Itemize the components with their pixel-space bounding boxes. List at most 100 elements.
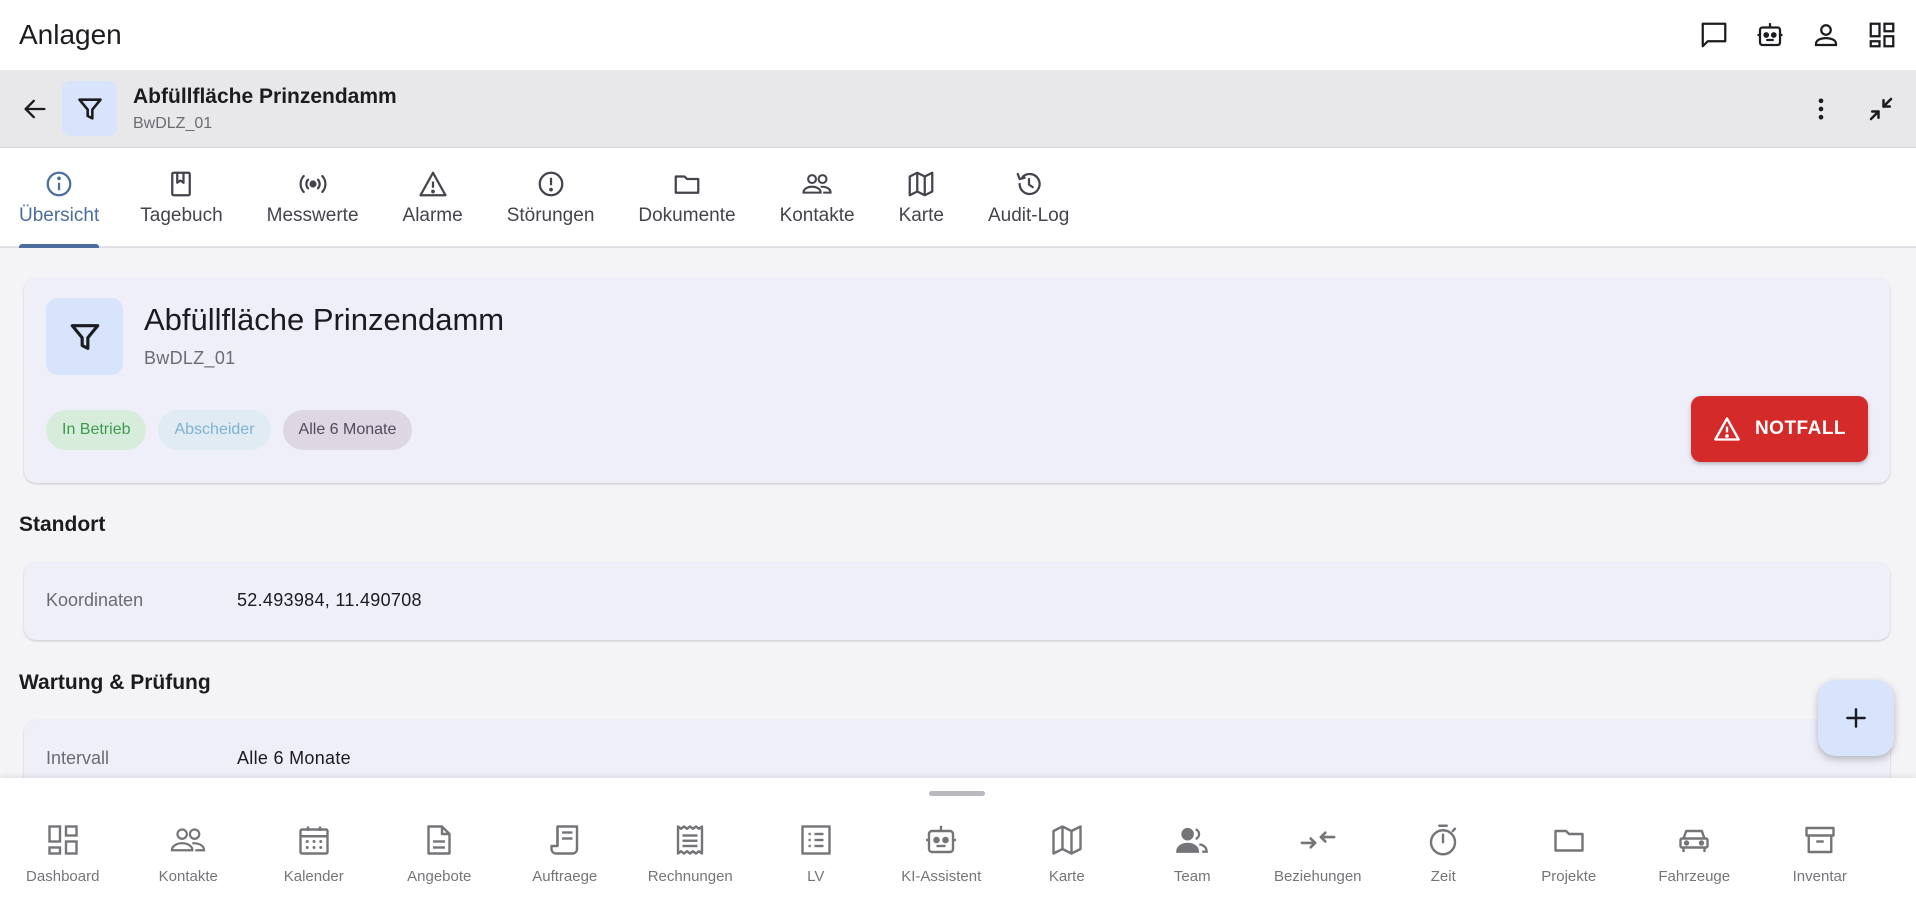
map-icon xyxy=(1049,820,1085,860)
tab-label: Messwerte xyxy=(266,205,359,226)
dashboard-icon[interactable] xyxy=(1867,20,1897,50)
car-icon xyxy=(1676,820,1712,860)
more-vert-icon[interactable] xyxy=(1804,92,1838,126)
nav-auftraege[interactable]: Auftraege xyxy=(502,820,628,900)
tab-label: Dokumente xyxy=(638,205,736,226)
asset-name: Abfüllfläche Prinzendamm xyxy=(144,302,505,337)
nav-kontakte[interactable]: Kontakte xyxy=(126,820,252,900)
interval-label: Intervall xyxy=(46,748,110,768)
nav-label: Rechnungen xyxy=(647,868,733,885)
tab-audit-log[interactable]: Audit-Log xyxy=(966,148,1091,246)
nav-label: Kalender xyxy=(283,868,344,885)
dashboard-icon xyxy=(45,820,81,860)
app-bar: Anlagen xyxy=(0,0,1916,70)
nav-rechnungen[interactable]: Rechnungen xyxy=(628,820,754,900)
asset-avatar xyxy=(62,81,117,136)
tab-label: Kontakte xyxy=(779,205,855,226)
tab-bar: Übersicht Tagebuch Messwerte Alarme Stör… xyxy=(0,148,1916,248)
map-icon xyxy=(906,167,936,199)
tab-label: Störungen xyxy=(506,205,595,226)
robot-icon[interactable] xyxy=(1755,20,1785,50)
interval-value: Alle 6 Monate xyxy=(237,748,351,768)
tab-label: Tagebuch xyxy=(140,205,223,226)
drag-handle[interactable] xyxy=(929,791,985,796)
tab-label: Übersicht xyxy=(19,205,100,226)
tab-stoerungen[interactable]: Störungen xyxy=(485,148,617,246)
nav-label: Projekte xyxy=(1541,868,1597,885)
type-badge: Abscheider xyxy=(158,410,271,450)
nav-label: Kontakte xyxy=(158,868,218,885)
nav-projekte[interactable]: Projekte xyxy=(1506,820,1632,900)
nav-angebote[interactable]: Angebote xyxy=(377,820,503,900)
tab-label: Alarme xyxy=(402,205,463,226)
nav-zeit[interactable]: Zeit xyxy=(1381,820,1507,900)
nav-ki-assistent[interactable]: KI-Assistent xyxy=(879,820,1005,900)
tab-alarme[interactable]: Alarme xyxy=(381,148,485,246)
bookmark-book-icon xyxy=(166,167,196,199)
collapse-icon[interactable] xyxy=(1864,92,1898,126)
tab-uebersicht[interactable]: Übersicht xyxy=(0,148,118,248)
person-icon[interactable] xyxy=(1811,20,1841,50)
filter-icon xyxy=(68,320,102,354)
asset-overview-card: Abfüllfläche Prinzendamm BwDLZ_01 In Bet… xyxy=(24,278,1890,483)
filter-icon xyxy=(76,95,104,123)
tab-dokumente[interactable]: Dokumente xyxy=(616,148,757,246)
app-bar-actions xyxy=(1699,20,1897,50)
tab-karte[interactable]: Karte xyxy=(877,148,966,246)
history-icon xyxy=(1014,167,1044,199)
asset-title: Abfüllfläche Prinzendamm xyxy=(133,84,397,108)
nav-label: Beziehungen xyxy=(1273,868,1362,885)
folder-icon xyxy=(672,167,702,199)
tab-kontakte[interactable]: Kontakte xyxy=(758,148,877,246)
folder-icon xyxy=(1551,820,1587,860)
error-icon xyxy=(536,167,566,199)
nav-label: Team xyxy=(1173,868,1211,885)
invoice-icon xyxy=(672,820,708,860)
archive-icon xyxy=(1802,820,1838,860)
document-icon xyxy=(421,820,457,860)
section-title-wartung: Wartung & Prüfung xyxy=(19,671,211,694)
nav-dashboard[interactable]: Dashboard xyxy=(0,820,126,900)
tab-tagebuch[interactable]: Tagebuch xyxy=(118,148,244,246)
coordinates-value: 52.493984, 11.490708 xyxy=(237,590,422,610)
nav-kalender[interactable]: Kalender xyxy=(251,820,377,900)
asset-subtitle: BwDLZ_01 xyxy=(133,114,213,132)
emergency-label: NOTFALL xyxy=(1754,418,1847,439)
nav-label: Karte xyxy=(1048,868,1085,885)
emergency-button[interactable]: NOTFALL xyxy=(1691,396,1868,462)
chat-icon[interactable] xyxy=(1699,20,1729,50)
tab-label: Audit-Log xyxy=(987,205,1070,226)
team-icon xyxy=(1173,820,1211,860)
asset-code: BwDLZ_01 xyxy=(144,348,236,368)
plus-icon xyxy=(1843,705,1869,731)
nav-label: Fahrzeuge xyxy=(1658,868,1731,885)
receipt-icon xyxy=(547,820,583,860)
interval-badge: Alle 6 Monate xyxy=(282,410,413,450)
nav-inventar[interactable]: Inventar xyxy=(1757,820,1883,900)
nav-fahrzeuge[interactable]: Fahrzeuge xyxy=(1632,820,1758,900)
nav-label: Zeit xyxy=(1430,868,1456,885)
add-button[interactable] xyxy=(1818,680,1894,756)
tab-label: Karte xyxy=(898,205,944,226)
relations-icon xyxy=(1299,820,1337,860)
coordinates-label: Koordinaten xyxy=(46,590,144,610)
location-card: Koordinaten 52.493984, 11.490708 xyxy=(24,562,1890,640)
info-icon xyxy=(44,167,74,199)
nav-team[interactable]: Team xyxy=(1130,820,1256,900)
nav-karte[interactable]: Karte xyxy=(1004,820,1130,900)
tab-messwerte[interactable]: Messwerte xyxy=(245,148,381,246)
maintenance-card: Intervall Alle 6 Monate xyxy=(24,720,1890,778)
people-icon xyxy=(169,820,207,860)
warning-icon xyxy=(1713,415,1741,443)
nav-beziehungen[interactable]: Beziehungen xyxy=(1255,820,1381,900)
nav-label: Dashboard xyxy=(26,868,100,885)
robot-icon xyxy=(923,820,959,860)
warning-icon xyxy=(418,167,448,199)
back-arrow-icon[interactable] xyxy=(18,92,52,126)
nav-label: Auftraege xyxy=(532,868,598,885)
list-icon xyxy=(798,820,834,860)
nav-label: KI-Assistent xyxy=(901,868,982,885)
timer-icon xyxy=(1425,820,1461,860)
main-content: Abfüllfläche Prinzendamm BwDLZ_01 In Bet… xyxy=(0,250,1916,778)
nav-lv[interactable]: LV xyxy=(753,820,879,900)
